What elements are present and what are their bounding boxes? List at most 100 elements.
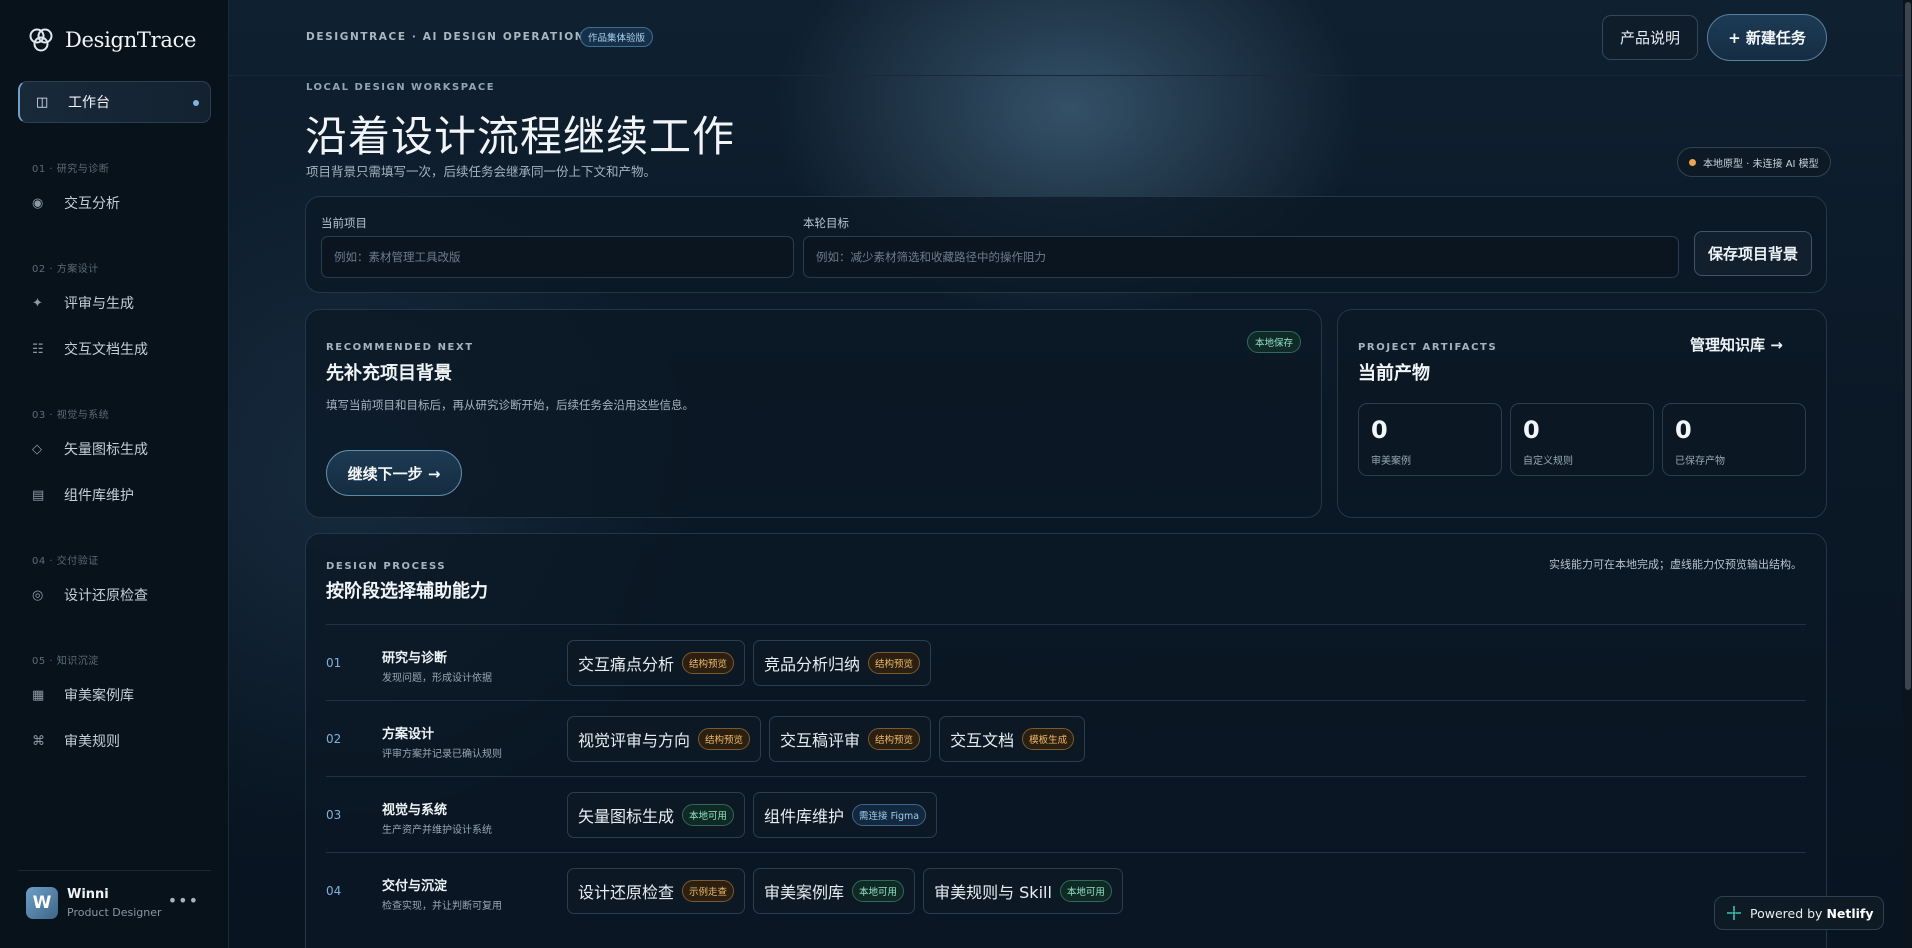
stat-custom-rules: 0 自定义规则 xyxy=(1510,403,1654,476)
tool-status-badge: 结构预览 xyxy=(868,652,921,674)
project-input[interactable]: 例如：素材管理工具改版 xyxy=(321,236,794,278)
tool-status-badge: 本地可用 xyxy=(682,804,735,826)
stat-label: 审美案例 xyxy=(1371,456,1411,467)
card-kicker: RECOMMENDED NEXT xyxy=(326,342,474,353)
tool-interaction-pain-analysis[interactable]: 交互痛点分析 结构预览 xyxy=(567,640,746,686)
sidebar-item-label: 交互文档生成 xyxy=(64,342,148,358)
project-artifacts-card: PROJECT ARTIFACTS 管理知识库 → 当前产物 0 审美案例 0 … xyxy=(1337,309,1827,518)
tool-status-badge: 需连接 Figma xyxy=(852,804,927,826)
tool-label: 交互文档 xyxy=(950,731,1015,750)
tool-label: 视觉评审与方向 xyxy=(578,731,691,750)
grid-icon: ▦ xyxy=(32,687,45,703)
stat-value: 0 xyxy=(1371,416,1388,444)
design-process-card: DESIGN PROCESS 实线能力可在本地完成；虚线能力仅预览输出结构。 按… xyxy=(305,533,1827,948)
card-title: 按阶段选择辅助能力 xyxy=(326,581,488,602)
tool-label: 交互痛点分析 xyxy=(578,655,675,674)
tool-label: 矢量图标生成 xyxy=(578,807,675,826)
stage-subtitle: 评审方案并记录已确认规则 xyxy=(382,749,502,760)
product-doc-button[interactable]: 产品说明 xyxy=(1602,15,1698,60)
tool-aesthetic-cases[interactable]: 审美案例库 本地可用 xyxy=(753,868,916,914)
recommended-next-card: RECOMMENDED NEXT 本地保存 先补充项目背景 填写当前项目和目标后… xyxy=(305,309,1322,518)
nav-section-title: 04 · 交付验证 xyxy=(32,556,99,567)
breadcrumb: DESIGNTRACE · AI DESIGN OPERATIONS xyxy=(306,31,595,43)
stage-subtitle: 生产资产并维护设计系统 xyxy=(382,825,492,836)
local-save-badge: 本地保存 xyxy=(1247,331,1302,353)
model-status-badge: 本地原型 · 未连接 AI 模型 xyxy=(1677,147,1831,177)
sidebar-item-label: 交互分析 xyxy=(64,196,120,212)
tool-status-badge: 结构预览 xyxy=(868,728,921,750)
tool-status-badge: 结构预览 xyxy=(682,652,735,674)
nav-section-title: 03 · 视觉与系统 xyxy=(32,410,110,421)
stat-aesthetic-cases: 0 审美案例 xyxy=(1358,403,1502,476)
target-icon: ◉ xyxy=(32,195,44,211)
goal-field-label: 本轮目标 xyxy=(803,216,849,230)
manage-knowledge-link[interactable]: 管理知识库 → xyxy=(1690,334,1783,355)
tool-status-badge: 本地可用 xyxy=(852,880,905,902)
tool-label: 审美规则与 Skill xyxy=(934,883,1052,902)
new-task-button[interactable]: + 新建任务 xyxy=(1707,14,1827,61)
netlify-brand: Netlify xyxy=(1826,905,1874,921)
sidebar-item-interaction-analysis[interactable]: ◉ 交互分析 xyxy=(32,191,120,215)
status-text: 本地原型 · 未连接 AI 模型 xyxy=(1703,158,1819,170)
page-subtitle: 项目背景只需填写一次，后续任务会继承同一份上下文和产物。 xyxy=(306,164,657,179)
command-icon: ⌘ xyxy=(32,733,45,749)
user-name: Winni xyxy=(67,887,109,902)
sidebar-item-aesthetic-rules[interactable]: ⌘ 审美规则 xyxy=(32,729,120,753)
tool-competitor-analysis[interactable]: 竞品分析归纳 结构预览 xyxy=(753,640,932,686)
process-note: 实线能力可在本地完成；虚线能力仅预览输出结构。 xyxy=(1549,558,1802,571)
tool-aesthetic-rules[interactable]: 审美规则与 Skill 本地可用 xyxy=(923,868,1123,914)
top-bar: DESIGNTRACE · AI DESIGN OPERATIONS 作品集体验… xyxy=(229,0,1912,76)
process-stage-row: 01 研究与诊断 发现问题，形成设计依据 交互痛点分析 结构预览 竞品分析归纳 … xyxy=(326,624,1806,700)
sidebar-item-workspace[interactable]: ◫ 工作台 xyxy=(18,81,211,123)
tool-vector-icon[interactable]: 矢量图标生成 本地可用 xyxy=(567,792,746,838)
avatar[interactable]: W xyxy=(26,887,58,919)
tool-label: 组件库维护 xyxy=(764,807,845,826)
tool-status-badge: 模板生成 xyxy=(1022,728,1075,750)
sidebar-item-label: 组件库维护 xyxy=(64,488,134,504)
tool-component-library[interactable]: 组件库维护 需连接 Figma xyxy=(753,792,938,838)
stage-number: 02 xyxy=(326,732,342,746)
stage-subtitle: 发现问题，形成设计依据 xyxy=(382,673,492,684)
sidebar-item-review-generate[interactable]: ✦ 评审与生成 xyxy=(32,291,134,315)
stat-saved-artifacts: 0 已保存产物 xyxy=(1662,403,1806,476)
card-title: 先补充项目背景 xyxy=(326,363,452,384)
nav-section-title: 05 · 知识沉淀 xyxy=(32,656,99,667)
tool-wireframe-review[interactable]: 交互稿评审 结构预览 xyxy=(769,716,932,762)
active-indicator xyxy=(193,100,199,106)
tool-visual-review[interactable]: 视觉评审与方向 结构预览 xyxy=(567,716,762,762)
sidebar-item-component-library[interactable]: ▤ 组件库维护 xyxy=(32,483,134,507)
page-title: 沿着设计流程继续工作 xyxy=(305,112,736,161)
sidebar-item-aesthetic-cases[interactable]: ▦ 审美案例库 xyxy=(32,683,134,707)
sidebar-item-design-check[interactable]: ◎ 设计还原检查 xyxy=(32,583,148,607)
sidebar-item-vector-icons[interactable]: ◇ 矢量图标生成 xyxy=(32,437,148,461)
tool-interaction-doc[interactable]: 交互文档 模板生成 xyxy=(939,716,1086,762)
logo-icon xyxy=(29,28,53,52)
app-logo[interactable]: DesignTrace xyxy=(27,26,196,54)
netlify-badge[interactable]: Powered by Netlify xyxy=(1714,896,1884,930)
tool-label: 设计还原检查 xyxy=(578,883,675,902)
sidebar-item-label: 审美案例库 xyxy=(64,688,134,704)
hero-eyebrow: LOCAL DESIGN WORKSPACE xyxy=(306,82,496,93)
stage-title: 交付与沉淀 xyxy=(382,879,448,894)
scrollbar-thumb[interactable] xyxy=(1905,2,1911,690)
version-badge: 作品集体验版 xyxy=(580,27,654,47)
layout-icon: ◫ xyxy=(36,94,49,110)
card-kicker: DESIGN PROCESS xyxy=(326,561,447,572)
process-stage-row: 04 交付与沉淀 检查实现，并让判断可复用 设计还原检查 示例走查 审美案例库 … xyxy=(326,852,1806,928)
sidebar-item-label: 矢量图标生成 xyxy=(64,442,148,458)
stage-number: 03 xyxy=(326,808,342,822)
component-icon: ▤ xyxy=(32,487,45,503)
stat-value: 0 xyxy=(1675,416,1692,444)
card-kicker: PROJECT ARTIFACTS xyxy=(1358,342,1498,353)
status-dot-icon xyxy=(1689,158,1696,166)
stat-value: 0 xyxy=(1523,416,1540,444)
project-context-form: 当前项目 例如：素材管理工具改版 本轮目标 例如：减少素材筛选和收藏路径中的操作… xyxy=(305,196,1827,293)
more-options-icon[interactable]: ••• xyxy=(168,891,199,910)
nav-section-title: 02 · 方案设计 xyxy=(32,264,99,275)
tool-design-check[interactable]: 设计还原检查 示例走查 xyxy=(567,868,746,914)
goal-input[interactable]: 例如：减少素材筛选和收藏路径中的操作阻力 xyxy=(803,236,1679,278)
continue-next-button[interactable]: 继续下一步 → xyxy=(326,450,462,496)
user-role: Product Designer xyxy=(67,906,162,919)
save-project-button[interactable]: 保存项目背景 xyxy=(1694,231,1812,276)
sidebar-item-interaction-doc[interactable]: ☷ 交互文档生成 xyxy=(32,337,148,361)
